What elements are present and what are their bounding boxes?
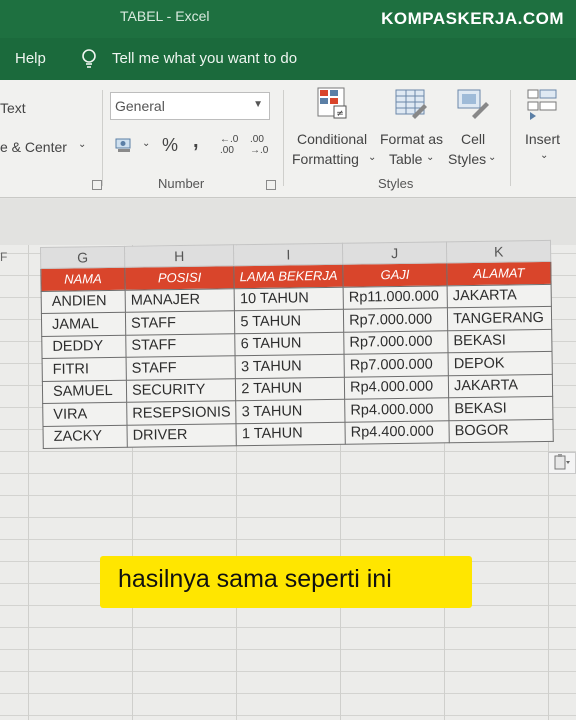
paste-options-icon[interactable]	[548, 452, 576, 474]
column-header-j[interactable]: J	[342, 241, 447, 265]
table-cell[interactable]: BEKASI	[448, 396, 554, 421]
chevron-down-icon[interactable]: ⌄	[368, 152, 376, 163]
header-cell-gaji[interactable]: GAJI	[342, 262, 448, 287]
table-cell[interactable]: TANGERANG	[447, 306, 552, 331]
increase-decimal-button[interactable]: ←.0 .00	[220, 134, 244, 156]
conditional-formatting-icon: ≠	[317, 87, 347, 119]
table-cell[interactable]: JAKARTA	[447, 283, 552, 308]
table-cell[interactable]: ZACKY	[42, 424, 128, 449]
wrap-text-button[interactable]: Text	[0, 100, 26, 116]
table-cell[interactable]: BEKASI	[447, 328, 553, 353]
conditional-formatting-button[interactable]: Conditional	[297, 131, 367, 147]
format-as-table-button[interactable]: Format as	[380, 131, 443, 147]
data-table-region: G H I J K NAMA POSISI LAMA BEKERJA GAJI …	[40, 240, 554, 449]
table-cell[interactable]: SAMUEL	[42, 379, 127, 404]
help-tab[interactable]: Help	[15, 50, 46, 67]
table-cell[interactable]: STAFF	[125, 310, 236, 335]
lightbulb-icon	[82, 49, 96, 68]
accounting-dropdown-icon[interactable]: ⌄	[142, 138, 150, 149]
table-cell[interactable]: JAKARTA	[448, 373, 553, 398]
merge-center-button[interactable]: e & Center	[0, 139, 67, 155]
data-table: G H I J K NAMA POSISI LAMA BEKERJA GAJI …	[40, 240, 554, 449]
table-cell[interactable]: DRIVER	[126, 423, 237, 448]
table-cell[interactable]: MANAJER	[125, 288, 235, 313]
column-header-h[interactable]: H	[124, 244, 235, 268]
header-cell-lama-bekerja[interactable]: LAMA BEKERJA	[234, 264, 344, 289]
group-separator	[102, 90, 103, 186]
tell-me-search[interactable]: Tell me what you want to do	[112, 50, 297, 67]
title-bar: TABEL - Excel KOMPASKERJA.COM	[0, 0, 576, 38]
insert-cells-button[interactable]: Insert	[525, 131, 560, 147]
table-cell[interactable]: Rp7.000.000	[343, 330, 449, 355]
number-format-value: General	[115, 98, 165, 114]
watermark: KOMPASKERJA.COM	[381, 9, 564, 28]
table-cell[interactable]: Rp4.000.000	[344, 397, 450, 422]
table-cell[interactable]: SECURITY	[126, 378, 236, 403]
table-cell[interactable]: STAFF	[125, 333, 236, 358]
video-caption: hasilnya sama seperti ini	[100, 556, 472, 608]
column-header-g[interactable]: G	[40, 246, 125, 269]
column-header-f[interactable]: F	[0, 250, 7, 264]
insert-cells-icon	[527, 89, 557, 120]
table-cell[interactable]: 3 TAHUN	[235, 354, 345, 379]
chevron-down-icon[interactable]: ⌄	[426, 152, 434, 163]
comma-style-button[interactable]: ,	[193, 130, 199, 153]
header-cell-nama[interactable]: NAMA	[40, 267, 126, 291]
group-separator	[283, 90, 284, 186]
svg-text:≠: ≠	[336, 109, 344, 119]
ribbon: Text e & Center ⌄ General ▼ ⌄ % , ←.0 .0…	[0, 80, 576, 198]
table-cell[interactable]: 6 TAHUN	[235, 331, 345, 356]
table-cell[interactable]: VIRA	[42, 402, 127, 426]
table-cell[interactable]: 3 TAHUN	[235, 399, 346, 424]
table-cell[interactable]: DEDDY	[41, 334, 127, 359]
number-format-dropdown[interactable]: General ▼	[110, 92, 270, 120]
table-cell[interactable]: Rp7.000.000	[343, 307, 448, 332]
decrease-decimal-button[interactable]: .00 →.0	[250, 134, 274, 156]
number-launcher-icon[interactable]	[266, 180, 276, 190]
table-cell[interactable]: Rp11.000.000	[343, 285, 448, 310]
table-cell[interactable]: ANDIEN	[41, 289, 126, 314]
table-cell[interactable]: Rp7.000.000	[344, 352, 449, 377]
column-header-k[interactable]: K	[446, 240, 551, 263]
table-cell[interactable]: 1 TAHUN	[236, 421, 346, 446]
header-cell-alamat[interactable]: ALAMAT	[446, 261, 552, 286]
group-separator	[510, 90, 511, 186]
chevron-down-icon: ▼	[253, 99, 263, 110]
accounting-format-icon[interactable]	[115, 136, 137, 154]
number-group-label: Number	[158, 176, 205, 191]
cell-styles-button[interactable]: Cell	[461, 131, 485, 147]
table-cell[interactable]: Rp4.000.000	[344, 375, 449, 400]
column-header-i[interactable]: I	[233, 243, 343, 266]
caption-text: hasilnya sama seperti ini	[118, 565, 392, 593]
conditional-formatting-label-2: Formatting	[292, 151, 359, 167]
window-title: TABEL - Excel	[120, 8, 210, 24]
menu-bar: Help Tell me what you want to do	[0, 38, 576, 80]
header-cell-posisi[interactable]: POSISI	[124, 265, 235, 290]
cell-styles-icon	[457, 89, 489, 119]
cell-styles-label-2: Styles	[448, 151, 487, 167]
table-cell[interactable]: FITRI	[42, 357, 127, 381]
table-cell[interactable]: RESEPSIONIS	[126, 400, 237, 425]
styles-group-label: Styles	[378, 176, 414, 191]
format-as-table-label-2: Table	[389, 151, 423, 167]
table-cell[interactable]: 5 TAHUN	[234, 309, 344, 334]
merge-dropdown-icon[interactable]: ⌄	[78, 139, 86, 150]
chevron-down-icon[interactable]: ⌄	[488, 152, 496, 163]
table-cell[interactable]: 10 TAHUN	[234, 286, 344, 311]
table-cell[interactable]: DEPOK	[448, 351, 553, 376]
format-as-table-icon	[395, 89, 427, 119]
table-cell[interactable]: 2 TAHUN	[235, 376, 345, 401]
table-cell[interactable]: Rp4.400.000	[345, 420, 450, 445]
formula-area	[0, 199, 576, 245]
table-cell[interactable]: JAMAL	[41, 312, 126, 336]
percent-style-button[interactable]: %	[162, 135, 178, 156]
chevron-down-icon[interactable]: ⌄	[540, 150, 548, 161]
alignment-launcher-icon[interactable]	[92, 180, 102, 190]
table-cell[interactable]: BOGOR	[449, 418, 554, 443]
table-cell[interactable]: STAFF	[126, 355, 236, 380]
